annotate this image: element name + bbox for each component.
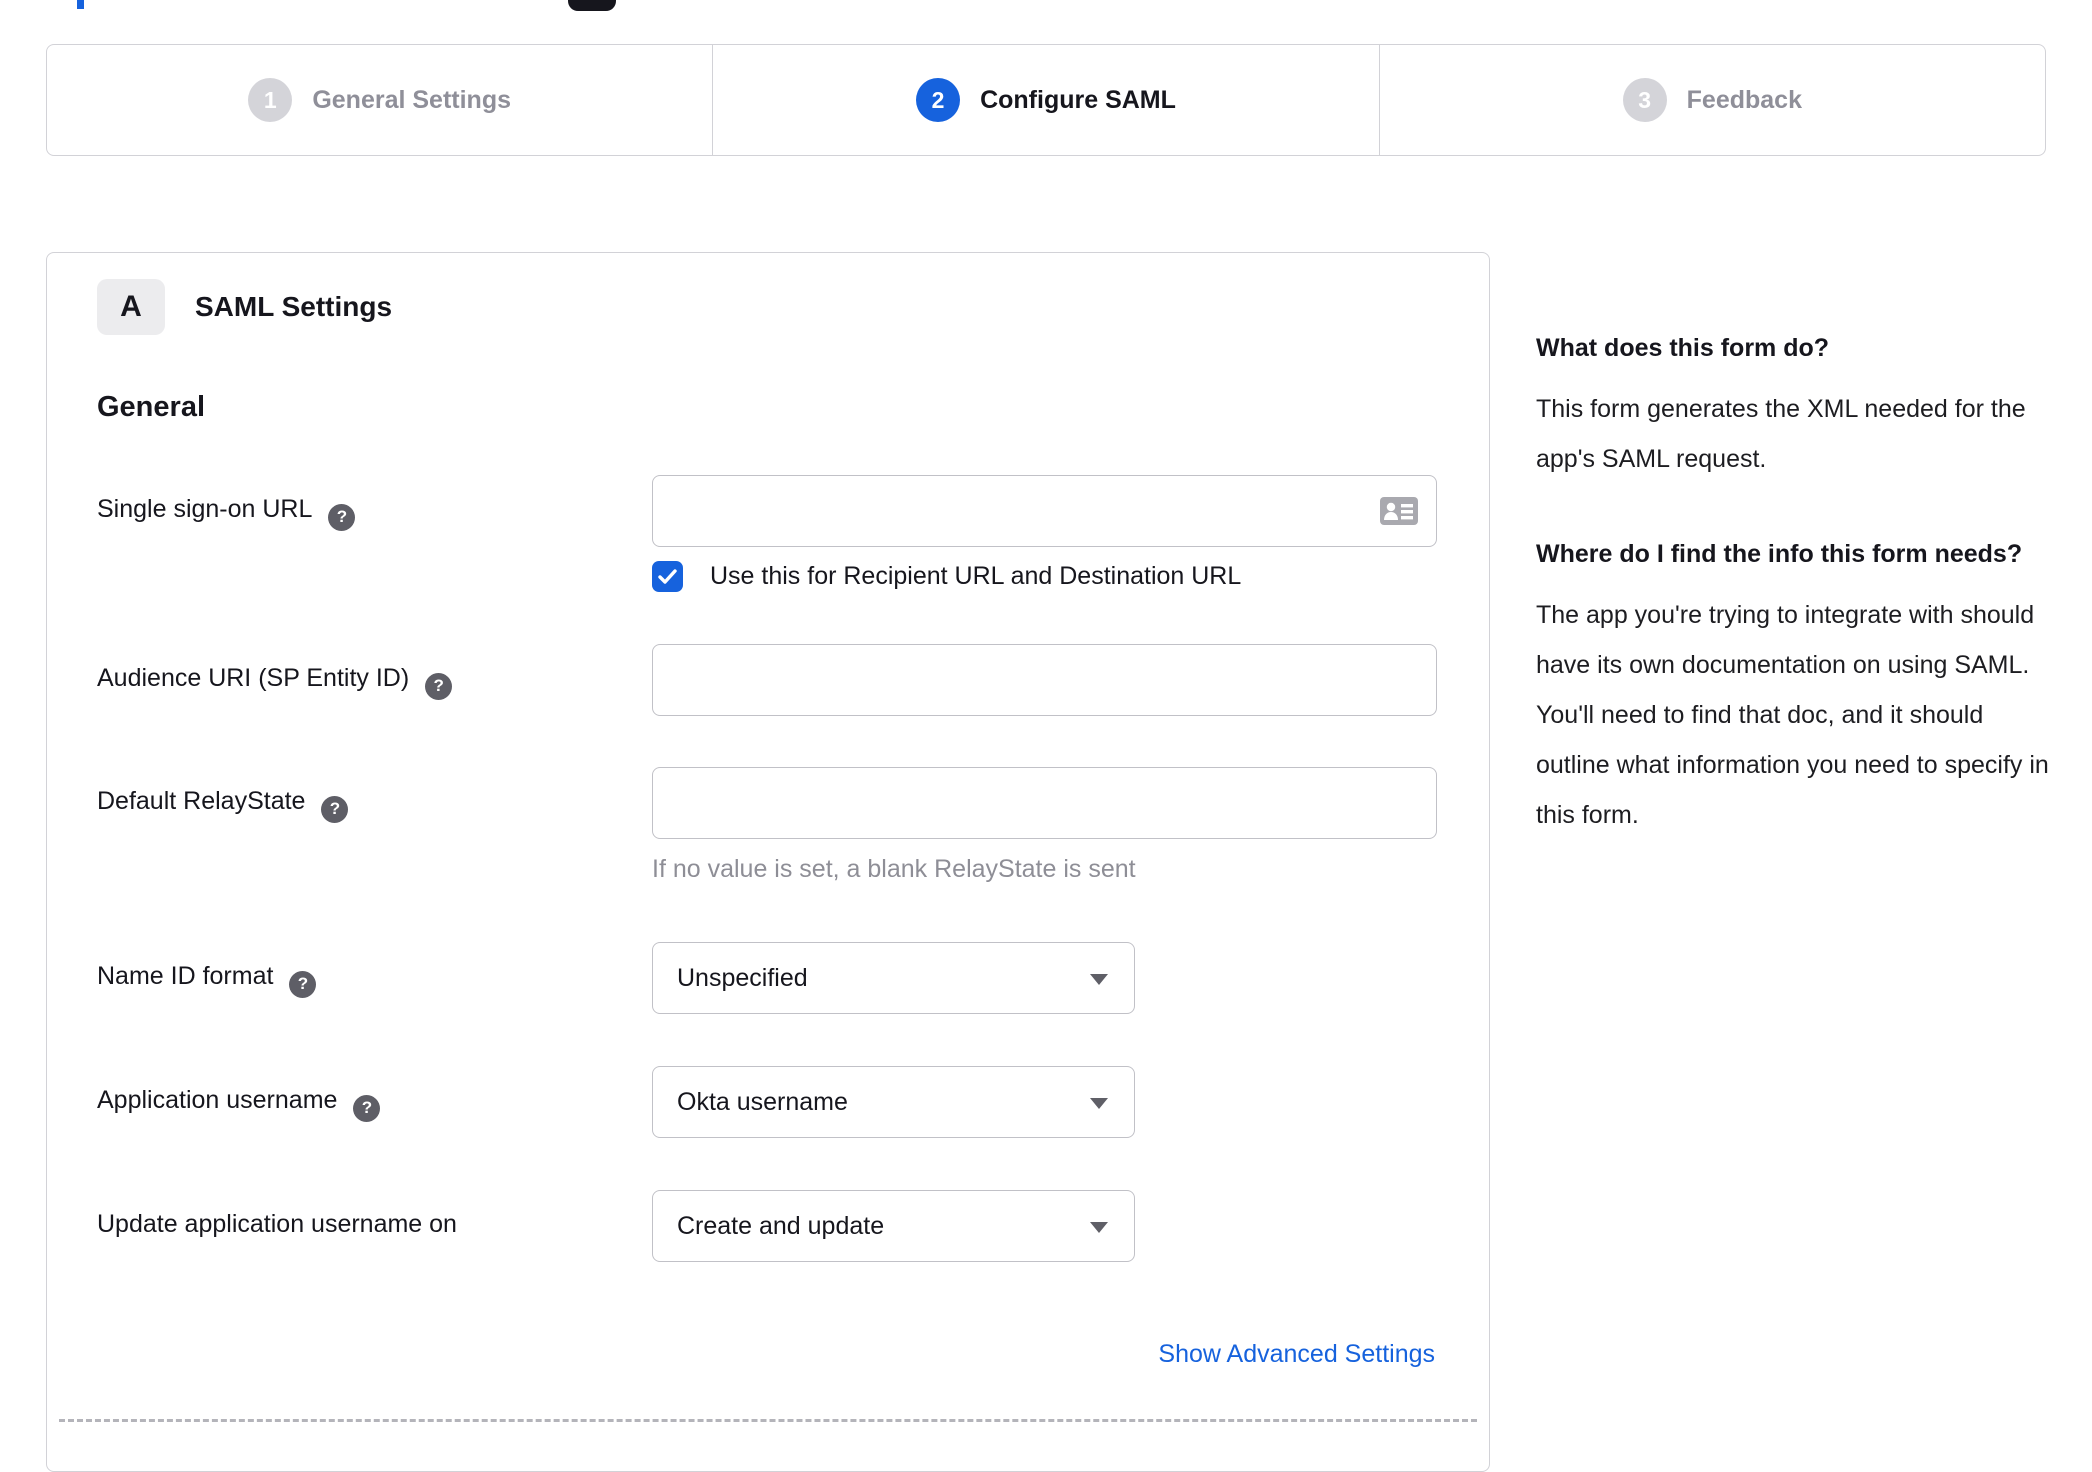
form-row-sso-url: Single sign-on URL? Use this for Recipie… [97, 475, 1489, 592]
app-username-label: Application username [97, 1086, 338, 1114]
app-username-select[interactable]: Okta username [652, 1066, 1135, 1138]
chevron-down-icon [1090, 1098, 1108, 1109]
wizard-stepper: 1 General Settings 2 Configure SAML 3 Fe… [46, 44, 2046, 156]
sso-url-label: Single sign-on URL [97, 495, 313, 523]
panel-header: A SAML Settings [97, 279, 1489, 335]
relay-state-input[interactable] [652, 767, 1437, 839]
checkmark-icon [658, 569, 677, 584]
step-label: General Settings [312, 85, 511, 114]
help-panel: What does this form do? This form genera… [1536, 326, 2051, 888]
audience-uri-input[interactable] [652, 644, 1437, 716]
chevron-down-icon [1090, 974, 1108, 985]
recipient-url-checkbox-label: Use this for Recipient URL and Destinati… [710, 562, 1242, 590]
relay-state-label: Default RelayState [97, 787, 306, 815]
advanced-settings-row: Show Advanced Settings [97, 1340, 1489, 1369]
step-number-badge: 1 [248, 78, 293, 122]
help-heading-where: Where do I find the info this form needs… [1536, 540, 2023, 568]
step-label: Feedback [1686, 85, 1802, 114]
help-body-where: The app you're trying to integrate with … [1536, 601, 2049, 829]
form-row-app-username: Application username? Okta username [97, 1066, 1489, 1138]
help-icon[interactable]: ? [328, 503, 356, 531]
form-row-relay-state: Default RelayState? If no value is set, … [97, 767, 1489, 884]
sso-url-input[interactable] [652, 475, 1437, 547]
relay-state-helper-text: If no value is set, a blank RelayState i… [652, 855, 1136, 883]
update-app-username-label: Update application username on [97, 1210, 457, 1238]
panel-dotted-divider [59, 1419, 1477, 1422]
chevron-down-icon [1090, 1222, 1108, 1233]
cropped-logo-fragment [568, 0, 616, 11]
name-id-format-select[interactable]: Unspecified [652, 942, 1135, 1014]
audience-uri-label: Audience URI (SP Entity ID) [97, 664, 410, 692]
cropped-title-fragment [77, 0, 84, 9]
step-label: Configure SAML [980, 85, 1176, 114]
step-feedback[interactable]: 3 Feedback [1378, 45, 2045, 155]
general-section-heading: General [97, 391, 205, 423]
update-app-username-select[interactable]: Create and update [652, 1190, 1135, 1262]
form-row-update-app-username: Update application username on Create an… [97, 1190, 1489, 1262]
name-id-format-label: Name ID format [97, 962, 274, 990]
help-icon[interactable]: ? [425, 672, 453, 700]
app-username-value: Okta username [677, 1087, 848, 1116]
form-row-audience-uri: Audience URI (SP Entity ID)? [97, 644, 1489, 716]
panel-title: SAML Settings [195, 291, 393, 322]
step-configure-saml[interactable]: 2 Configure SAML [712, 45, 1378, 155]
saml-settings-panel: A SAML Settings General Single sign-on U… [46, 252, 1490, 1472]
contact-card-icon [1380, 497, 1418, 525]
step-number-badge: 3 [1622, 78, 1667, 122]
recipient-url-checkbox[interactable] [652, 561, 683, 592]
help-icon[interactable]: ? [321, 795, 349, 823]
name-id-format-value: Unspecified [677, 963, 808, 992]
help-heading-what: What does this form do? [1536, 334, 1830, 362]
help-body-what: This form generates the XML needed for t… [1536, 395, 2026, 473]
help-icon[interactable]: ? [289, 970, 317, 998]
show-advanced-settings-link[interactable]: Show Advanced Settings [1158, 1340, 1435, 1368]
update-app-username-value: Create and update [677, 1211, 885, 1240]
section-a-badge: A [97, 279, 165, 335]
step-general-settings[interactable]: 1 General Settings [47, 45, 712, 155]
form-row-name-id-format: Name ID format? Unspecified [97, 942, 1489, 1014]
step-number-badge: 2 [916, 78, 961, 122]
help-icon[interactable]: ? [353, 1094, 381, 1122]
